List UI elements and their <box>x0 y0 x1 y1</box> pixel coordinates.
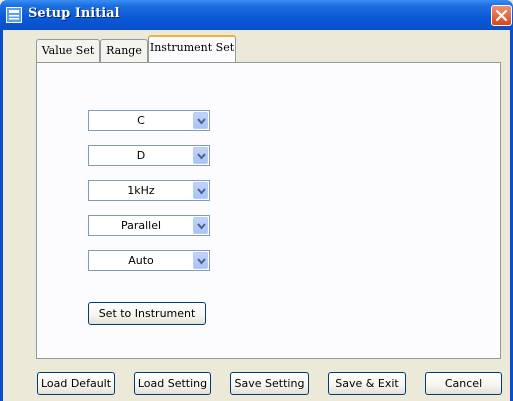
circuit-mode-select[interactable]: Parallel <box>88 215 210 236</box>
dropdown-button[interactable] <box>193 112 208 129</box>
chevron-down-icon <box>197 258 206 265</box>
select-value: Auto <box>128 254 154 267</box>
chevron-down-icon <box>197 223 206 230</box>
secondary-parameter-select[interactable]: D <box>88 145 210 166</box>
select-value: C <box>137 114 145 127</box>
chevron-down-icon <box>197 118 206 125</box>
cancel-button[interactable]: Cancel <box>425 372 502 395</box>
tab-instrument-set[interactable]: Instrument Set <box>148 35 236 63</box>
tab-range[interactable]: Range <box>100 39 148 63</box>
range-mode-select[interactable]: Auto <box>88 250 210 271</box>
setup-initial-dialog: Setup Initial Value Set Range Instrument… <box>0 0 513 401</box>
close-button[interactable] <box>491 5 512 26</box>
window-border-left <box>0 30 3 401</box>
chevron-down-icon <box>197 153 206 160</box>
tab-value-set[interactable]: Value Set <box>36 39 100 63</box>
title-bar[interactable]: Setup Initial <box>0 0 513 30</box>
dropdown-button[interactable] <box>193 147 208 164</box>
save-setting-button[interactable]: Save Setting <box>230 372 309 395</box>
load-setting-button[interactable]: Load Setting <box>134 372 211 395</box>
select-value: 1kHz <box>127 184 155 197</box>
select-value: Parallel <box>120 219 162 232</box>
window-app-icon <box>6 7 22 23</box>
dropdown-button[interactable] <box>193 252 208 269</box>
dropdown-button[interactable] <box>193 182 208 199</box>
select-value: D <box>136 149 146 162</box>
frequency-select[interactable]: 1kHz <box>88 180 210 201</box>
dropdown-button[interactable] <box>193 217 208 234</box>
window-title: Setup Initial <box>28 6 120 21</box>
load-default-button[interactable]: Load Default <box>37 372 115 395</box>
primary-parameter-select[interactable]: C <box>88 110 210 131</box>
save-exit-button[interactable]: Save & Exit <box>328 372 406 395</box>
chevron-down-icon <box>197 188 206 195</box>
set-to-instrument-button[interactable]: Set to Instrument <box>88 302 206 325</box>
